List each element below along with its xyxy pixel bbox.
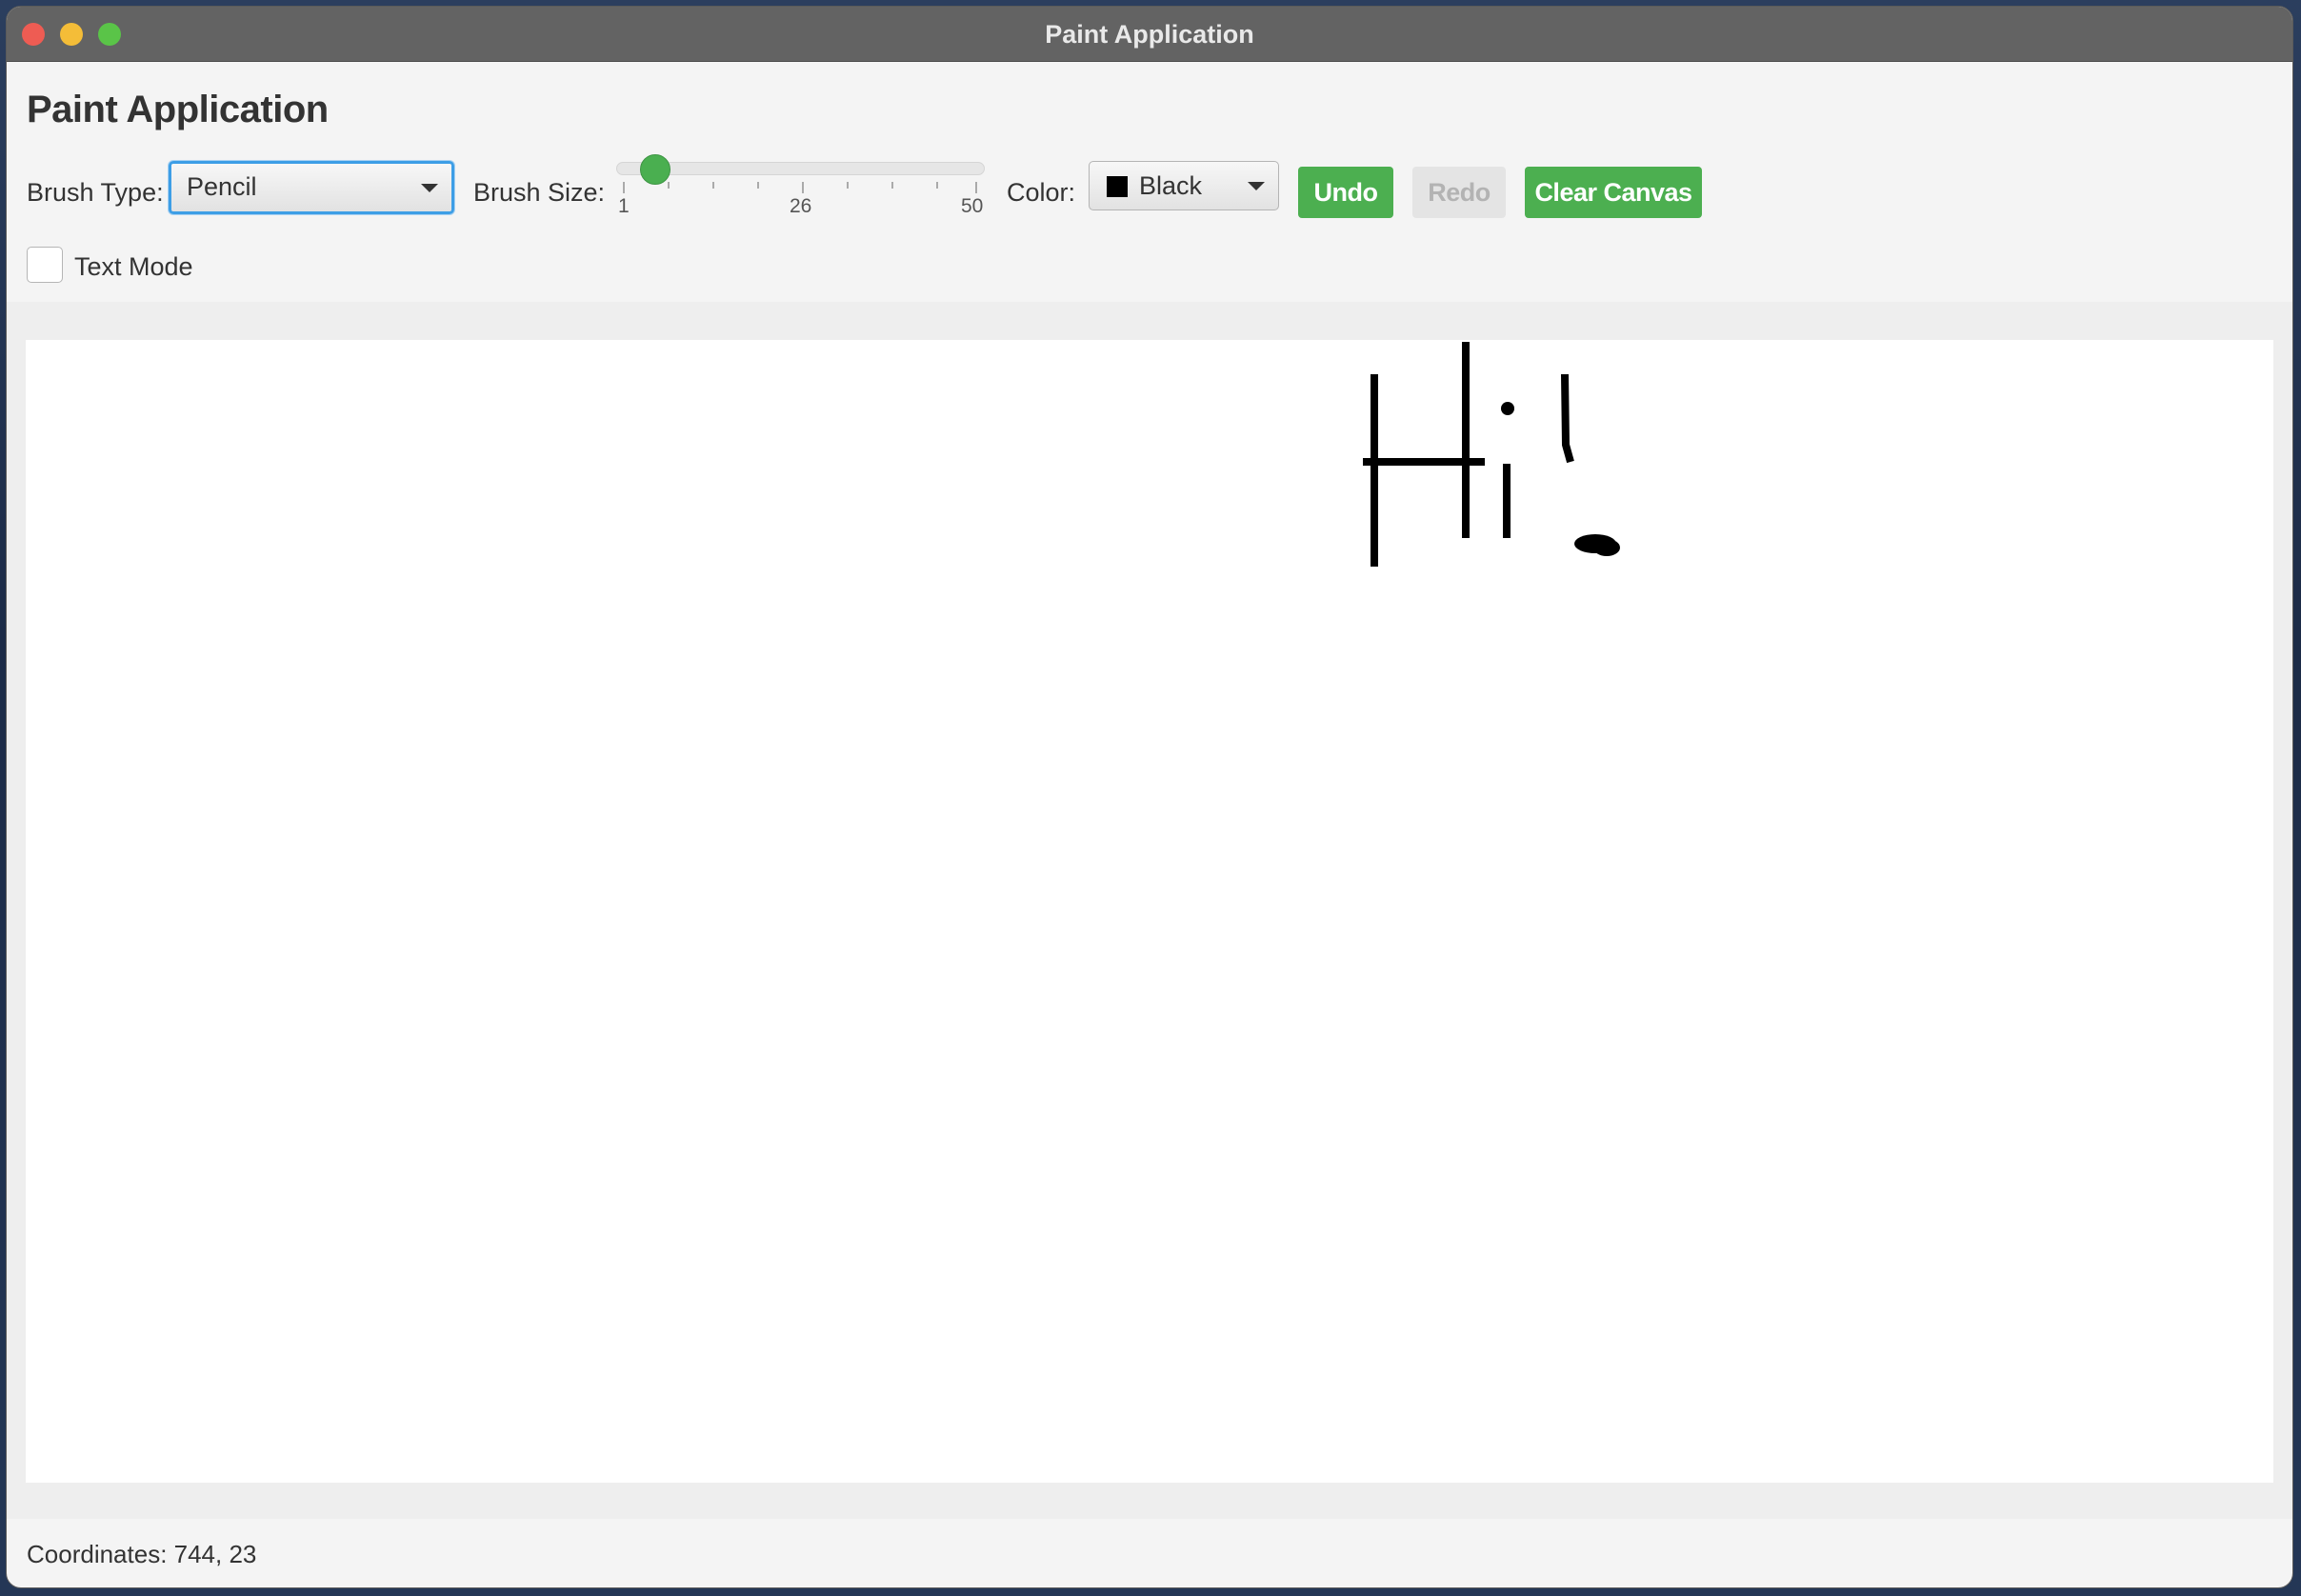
text-mode-checkbox[interactable] xyxy=(27,247,63,283)
stroke-exclamation-dot-tail xyxy=(1593,539,1620,556)
undo-button[interactable]: Undo xyxy=(1298,167,1393,218)
stroke-exclamation xyxy=(1561,373,1574,464)
page-title: Paint Application xyxy=(27,89,329,130)
slider-tick xyxy=(936,182,938,189)
title-bar: Paint Application xyxy=(7,7,2292,62)
brush-size-slider[interactable] xyxy=(616,162,985,175)
slider-tick xyxy=(757,182,759,189)
brush-type-value: Pencil xyxy=(187,172,257,201)
chevron-down-icon xyxy=(421,184,438,192)
color-value: Black xyxy=(1139,171,1203,200)
slider-tick-label-mid: 26 xyxy=(790,195,812,217)
chevron-down-icon xyxy=(1248,182,1265,190)
drawing-canvas[interactable] xyxy=(26,340,2273,1483)
brush-size-slider-thumb[interactable] xyxy=(640,154,670,185)
slider-tick xyxy=(891,182,893,189)
slider-tick xyxy=(847,182,849,189)
slider-tick xyxy=(802,182,804,193)
slider-tick xyxy=(623,182,625,193)
slider-tick xyxy=(668,182,670,189)
canvas-area xyxy=(7,302,2292,1519)
coordinates-status: Coordinates: 744, 23 xyxy=(27,1540,257,1568)
window-title: Paint Application xyxy=(1045,20,1254,49)
brush-size-label: Brush Size: xyxy=(473,178,606,207)
stroke-i-dot xyxy=(1501,402,1514,415)
brush-type-label: Brush Type: xyxy=(27,178,164,207)
canvas-drawing xyxy=(1363,342,1620,567)
color-label: Color: xyxy=(1007,178,1076,207)
color-select[interactable]: Black xyxy=(1089,161,1279,210)
text-mode-label[interactable]: Text Mode xyxy=(74,252,193,282)
slider-tick xyxy=(975,182,977,193)
slider-tick-label-max: 50 xyxy=(961,195,984,217)
clear-canvas-button[interactable]: Clear Canvas xyxy=(1525,167,1702,218)
app-window: Paint Application Paint Application Brus… xyxy=(6,6,2293,1588)
redo-button[interactable]: Redo xyxy=(1412,167,1506,218)
brush-type-select[interactable]: Pencil xyxy=(169,161,454,214)
slider-tick xyxy=(712,182,714,189)
color-swatch xyxy=(1107,176,1128,197)
slider-tick-label-min: 1 xyxy=(618,195,630,217)
